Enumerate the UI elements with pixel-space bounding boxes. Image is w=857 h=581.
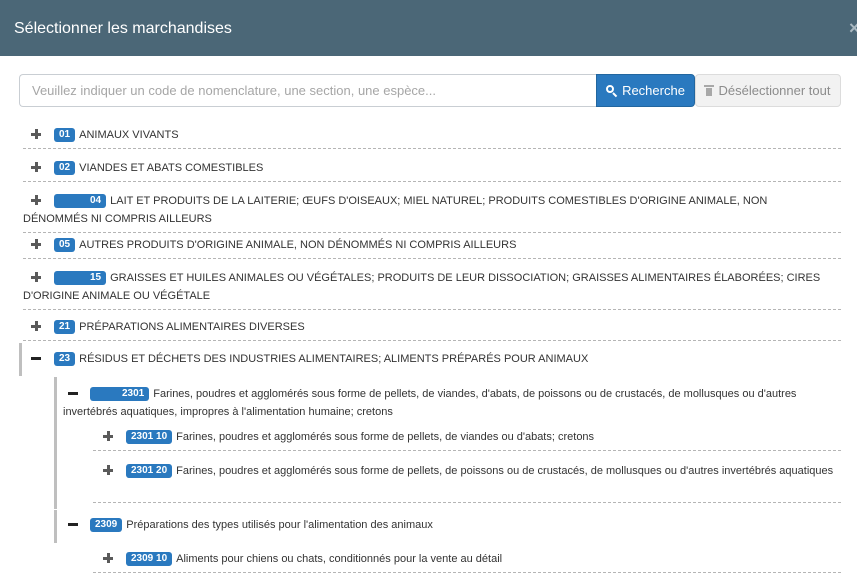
expand-plus-icon[interactable]: [31, 321, 41, 331]
tree-item: 2301 Farines, poudres et agglomérés sous …: [58, 383, 841, 426]
expand-plus-icon[interactable]: [103, 431, 113, 441]
tree-item-label[interactable]: Aliments pour chiens ou chats, condition…: [176, 553, 502, 565]
tree-item: 23 RÉSIDUS ET DÉCHETS DES INDUSTRIES ALIM…: [23, 348, 841, 373]
trash-icon: [704, 85, 715, 96]
search-icon: [606, 85, 618, 98]
tree-indent-bar: [19, 343, 22, 376]
code-badge[interactable]: 2309 10: [126, 552, 173, 566]
tree-item-label[interactable]: Farines, poudres et agglomérés sous form…: [176, 431, 594, 443]
tree-item: 01 ANIMAUX VIVANTS: [23, 124, 841, 149]
tree-item: 05 AUTRES PRODUITS D'ORIGINE ANIMALE, NON…: [23, 234, 841, 259]
code-badge[interactable]: 15: [54, 271, 107, 285]
code-badge[interactable]: 01: [54, 128, 76, 142]
search-button-label: Recherche: [622, 83, 685, 98]
search-input[interactable]: [19, 74, 596, 107]
expand-plus-icon[interactable]: [31, 162, 41, 172]
tree-item-label[interactable]: LAIT ET PRODUITS DE LA LAITERIE; ŒUFS D'…: [23, 195, 767, 225]
expand-plus-icon[interactable]: [103, 553, 113, 563]
tree-item-label[interactable]: GRAISSES ET HUILES ANIMALES OU VÉGÉTALES…: [23, 272, 820, 302]
tree-item: 02 VIANDES ET ABATS COMESTIBLES: [23, 157, 841, 182]
deselect-all-label: Désélectionner tout: [718, 83, 831, 98]
code-badge[interactable]: 02: [54, 161, 76, 175]
tree-indent-bar: [54, 510, 57, 543]
tree-item: 04 LAIT ET PRODUITS DE LA LAITERIE; ŒUFS …: [23, 190, 841, 233]
collapse-minus-icon[interactable]: [31, 353, 41, 363]
expand-plus-icon[interactable]: [31, 129, 41, 139]
tree-item-label[interactable]: RÉSIDUS ET DÉCHETS DES INDUSTRIES ALIMEN…: [79, 353, 588, 365]
code-badge[interactable]: 2301 20: [126, 464, 173, 478]
tree-item: 2301 10 Farines, poudres et agglomérés so…: [93, 426, 841, 451]
tree-item-label[interactable]: VIANDES ET ABATS COMESTIBLES: [79, 162, 263, 174]
tree-item-label[interactable]: Farines, poudres et agglomérés sous form…: [176, 465, 833, 477]
tree-item-label[interactable]: Préparations des types utilisés pour l'a…: [126, 519, 433, 531]
tree-item: 2309 10 Aliments pour chiens ou chats, co…: [93, 548, 841, 573]
tree-item-label[interactable]: Farines, poudres et agglomérés sous form…: [63, 388, 796, 418]
collapse-minus-icon[interactable]: [68, 519, 78, 529]
tree-item: 2301 20 Farines, poudres et agglomérés so…: [93, 460, 841, 503]
tree-item: 2309 Préparations des types utilisés pour…: [58, 514, 841, 539]
search-button[interactable]: Recherche: [596, 74, 695, 107]
tree-item-label[interactable]: ANIMAUX VIVANTS: [79, 129, 178, 141]
tree-item-label[interactable]: PRÉPARATIONS ALIMENTAIRES DIVERSES: [79, 321, 305, 333]
deselect-all-button[interactable]: Désélectionner tout: [695, 74, 841, 107]
expand-plus-icon[interactable]: [103, 465, 113, 475]
tree-item: 15 GRAISSES ET HUILES ANIMALES OU VÉGÉTAL…: [23, 267, 841, 310]
code-badge[interactable]: 2301 10: [126, 430, 173, 444]
tree-item: 21 PRÉPARATIONS ALIMENTAIRES DIVERSES: [23, 316, 841, 341]
code-badge[interactable]: 04: [54, 194, 107, 208]
code-badge[interactable]: 2301: [90, 387, 150, 401]
code-badge[interactable]: 21: [54, 320, 76, 334]
expand-plus-icon[interactable]: [31, 239, 41, 249]
code-badge[interactable]: 23: [54, 352, 76, 366]
code-badge[interactable]: 05: [54, 238, 76, 252]
tree-item-label[interactable]: AUTRES PRODUITS D'ORIGINE ANIMALE, NON D…: [79, 239, 516, 251]
modal-title: Sélectionner les marchandises: [14, 20, 232, 37]
tree-indent-bar: [54, 377, 57, 509]
code-badge[interactable]: 2309: [90, 518, 123, 532]
modal-header: Sélectionner les marchandises ×: [0, 0, 857, 56]
close-button[interactable]: ×: [849, 19, 857, 37]
